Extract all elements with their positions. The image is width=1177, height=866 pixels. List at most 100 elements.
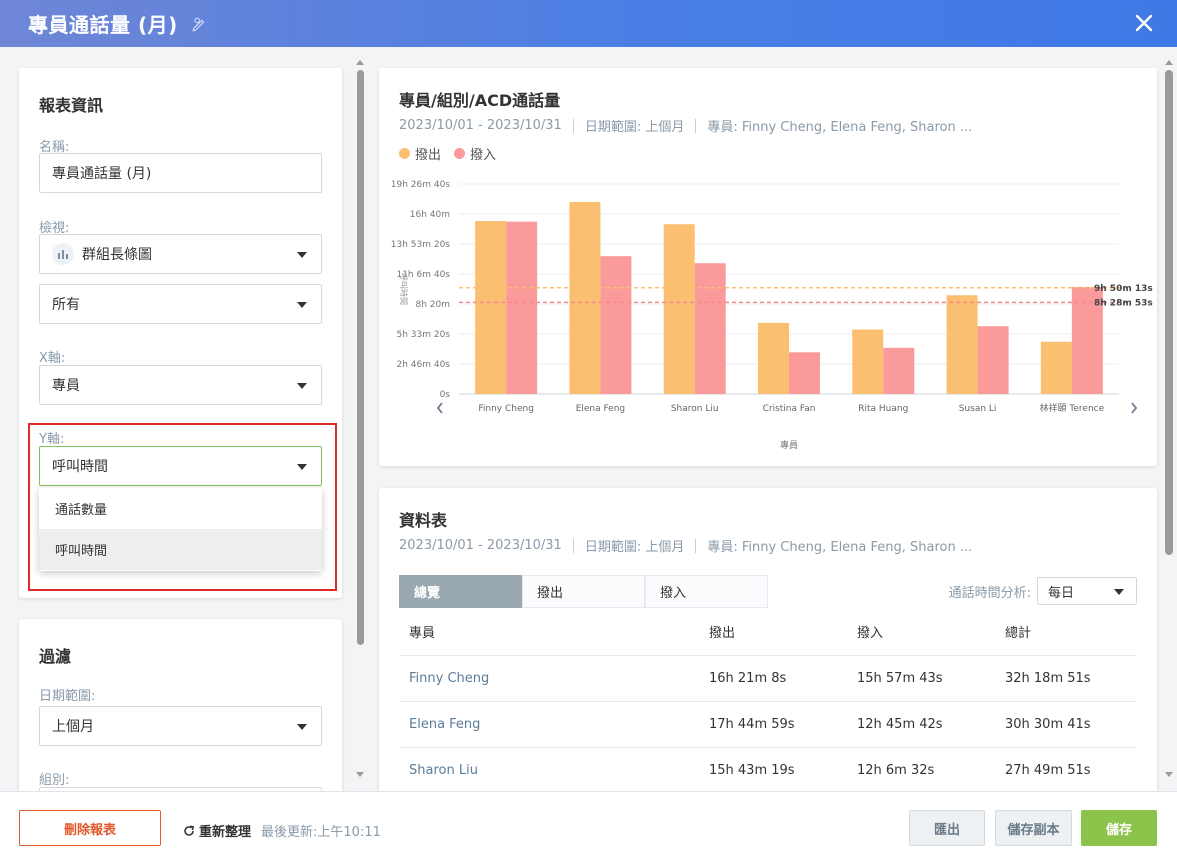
date-range-label: 日期範圍:: [39, 689, 96, 704]
refresh-icon[interactable]: [183, 824, 195, 837]
bar-inbound: [506, 221, 538, 394]
y-tick-label: 5h 33m 20s: [396, 330, 450, 340]
scroll-thumb[interactable]: [357, 70, 364, 645]
divider: [572, 538, 574, 553]
scope-select[interactable]: 所有: [39, 284, 322, 324]
report-info-heading: 報表資訊: [39, 96, 104, 115]
bar-outbound: [946, 295, 978, 394]
y-tick-label: 19h 26m 40s: [391, 180, 451, 190]
x-tick-label: Finny Cheng: [478, 404, 534, 414]
table-agents: 專員: Finny Cheng, Elena Feng, Sharon ...: [707, 540, 973, 555]
bar-inbound: [789, 352, 820, 394]
bar-outbound: [475, 220, 507, 394]
page-title: 專員通話量 (月): [28, 13, 178, 37]
view-value: 群組長條圖: [82, 247, 152, 263]
y-option-call-count[interactable]: 通話數量: [39, 488, 322, 529]
x-tick-label: Cristina Fan: [763, 404, 816, 414]
y-option-call-time[interactable]: 呼叫時間: [39, 529, 322, 570]
analysis-label: 通話時間分析:: [948, 585, 1031, 601]
chevron-down-icon: [297, 302, 307, 308]
save-copy-button[interactable]: 儲存副本: [995, 810, 1072, 846]
bar-outbound: [1040, 341, 1072, 394]
col-outbound[interactable]: 撥出: [699, 609, 847, 656]
bar-outbound: [852, 329, 884, 394]
cell-inbound: 12h 6m 32s: [847, 747, 995, 794]
chevron-right-icon[interactable]: [1131, 402, 1138, 414]
cell-total: 32h 18m 51s: [995, 655, 1136, 702]
chevron-down-icon: [297, 383, 307, 389]
right-scrollbar[interactable]: [1163, 60, 1175, 790]
chevron-down-icon: [297, 464, 307, 470]
x-axis-value: 專員: [52, 378, 80, 394]
left-scrollbar[interactable]: [355, 60, 365, 790]
y-axis-label: 呼叫時間: [399, 273, 409, 305]
cell-outbound: 17h 44m 59s: [699, 701, 847, 748]
delete-report-button[interactable]: 刪除報表: [19, 810, 161, 846]
cell-agent[interactable]: Finny Cheng: [399, 655, 699, 702]
y-tick-label: 0s: [440, 390, 451, 400]
analysis-value: 每日: [1048, 585, 1075, 601]
date-range-select[interactable]: 上個月: [39, 706, 322, 746]
tab-inbound[interactable]: 撥入: [645, 575, 768, 608]
y-tick-label: 8h 20m: [415, 300, 450, 310]
group-label: 組別:: [39, 773, 70, 788]
x-tick-label: Elena Feng: [576, 404, 625, 414]
report-name-value: 專員通話量 (月): [52, 166, 152, 182]
refresh-button[interactable]: 重新整理: [199, 821, 251, 840]
x-axis-select[interactable]: 專員: [39, 365, 322, 405]
view-select[interactable]: 群組長條圖: [39, 234, 322, 274]
save-button[interactable]: 儲存: [1081, 810, 1157, 846]
bar-inbound: [694, 263, 726, 394]
x-axis-label: X軸:: [39, 351, 66, 366]
scope-value: 所有: [52, 297, 80, 313]
x-tick-label: 林祥頤 Terence: [1040, 402, 1105, 414]
last-updated: 最後更新:上午10:11: [261, 825, 381, 840]
col-total[interactable]: 總計: [995, 609, 1136, 656]
chevron-down-icon: [1114, 589, 1124, 595]
table-tabs: 總覽 撥出 撥入: [399, 575, 768, 608]
footer-bar: 刪除報表 重新整理 最後更新:上午10:11 匯出 儲存副本 儲存: [0, 791, 1177, 866]
settings-panel: 報表資訊 名稱: 專員通話量 (月) 檢視: 群組長條圖 所有 X軸: 專員 Y…: [0, 47, 370, 791]
scroll-up-icon[interactable]: [356, 60, 364, 65]
cell-agent[interactable]: Elena Feng: [399, 701, 699, 748]
bar-outbound: [758, 322, 789, 394]
cell-total: 27h 49m 51s: [995, 747, 1136, 794]
scroll-down-icon[interactable]: [1165, 772, 1173, 777]
bar-outbound: [663, 224, 695, 394]
y-tick-label: 2h 46m 40s: [396, 360, 450, 370]
analysis-select[interactable]: 每日: [1037, 577, 1137, 605]
x-tick-label: Sharon Liu: [671, 404, 719, 414]
scroll-thumb[interactable]: [1165, 70, 1173, 555]
scroll-up-icon[interactable]: [1165, 60, 1173, 65]
table-date-range: 日期範圍: 上個月: [584, 540, 685, 555]
export-button[interactable]: 匯出: [909, 810, 985, 846]
tab-outbound[interactable]: 撥出: [522, 575, 645, 608]
col-inbound[interactable]: 撥入: [847, 609, 995, 656]
data-table: 專員 撥出 撥入 總計 Finny Cheng 16h 21m 8s 15h 5…: [399, 609, 1136, 794]
divider: [695, 538, 697, 553]
cell-inbound: 15h 57m 43s: [847, 655, 995, 702]
average-label: 8h 28m 53s: [1094, 298, 1153, 308]
report-name-field[interactable]: 專員通話量 (月): [39, 153, 322, 193]
y-tick-label: 13h 53m 20s: [391, 240, 451, 250]
table-row: Finny Cheng 16h 21m 8s 15h 57m 43s 32h 1…: [399, 655, 1136, 702]
y-axis-dropdown: 通話數量 呼叫時間: [39, 488, 322, 571]
bar-inbound: [600, 256, 632, 394]
scroll-down-icon[interactable]: [356, 772, 364, 777]
average-label: 9h 50m 13s: [1094, 284, 1153, 294]
filter-card: 過濾 日期範圍: 上個月 組別:: [19, 619, 342, 791]
chevron-left-icon[interactable]: [436, 402, 443, 414]
close-icon[interactable]: [1133, 12, 1155, 34]
x-axis-label: 專員: [780, 439, 798, 451]
table-date: 2023/10/01 - 2023/10/31: [399, 538, 562, 553]
y-axis-value: 呼叫時間: [52, 459, 108, 475]
x-tick-label: Susan Li: [959, 404, 997, 414]
y-axis-select[interactable]: 呼叫時間: [39, 446, 322, 486]
bar-inbound: [977, 326, 1009, 394]
edit-title-icon[interactable]: [190, 15, 208, 33]
cell-agent[interactable]: Sharon Liu: [399, 747, 699, 794]
col-agent[interactable]: 專員: [399, 609, 699, 656]
bar-inbound: [883, 347, 915, 394]
bar-outbound: [569, 201, 601, 394]
tab-overview[interactable]: 總覽: [399, 575, 522, 608]
